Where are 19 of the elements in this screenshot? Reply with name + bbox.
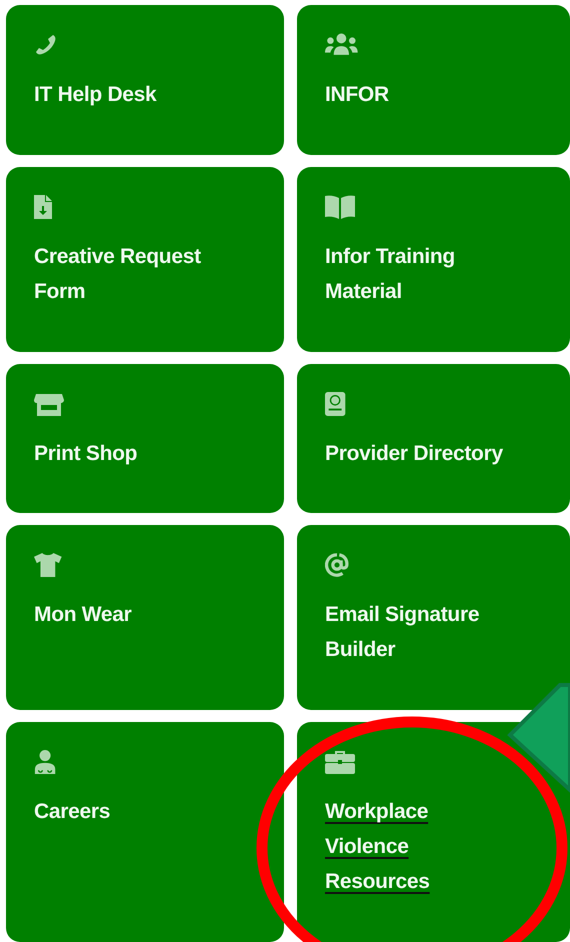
- book-icon: [325, 194, 355, 219]
- link-tile[interactable]: Careers: [6, 722, 284, 942]
- file-download-icon: [34, 194, 52, 219]
- store-icon: [34, 392, 64, 416]
- link-tile[interactable]: Mon Wear: [6, 525, 284, 710]
- link-tile[interactable]: IT Help Desk: [6, 5, 284, 155]
- t-shirt-icon: [34, 553, 62, 578]
- at-sign-icon: [325, 553, 349, 578]
- person-icon: [34, 750, 56, 774]
- people-icon: [325, 33, 358, 57]
- link-tile[interactable]: Print Shop: [6, 364, 284, 514]
- link-tile[interactable]: Infor Training Material: [297, 166, 570, 352]
- link-tile[interactable]: Creative Request Form: [6, 166, 284, 352]
- link-tile[interactable]: Email Signature Builder: [297, 525, 570, 710]
- link-tile[interactable]: INFOR: [297, 5, 570, 155]
- briefcase-icon: [325, 750, 355, 774]
- phone-icon: [34, 33, 58, 57]
- link-tile[interactable]: Provider Directory: [297, 364, 570, 514]
- address-book-icon: [325, 392, 348, 416]
